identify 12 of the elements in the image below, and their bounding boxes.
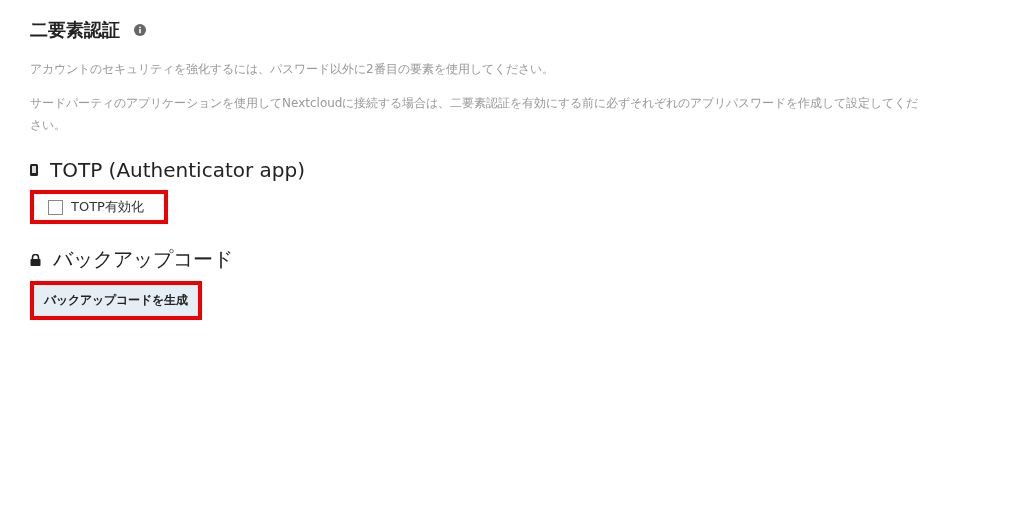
checkbox-label: TOTP有効化 — [71, 198, 144, 216]
section-title: 二要素認証 — [30, 18, 120, 42]
generate-codes-button[interactable]: バックアップコードを生成 — [34, 285, 198, 316]
description-text: サードパーティのアプリケーションを使用してNextcloudに接続する場合は、二要素認証を有効にする前に必ずそれぞれのアプリパスワードを作成して設定してください。 — [30, 95, 920, 134]
lock-icon — [30, 253, 41, 266]
checkbox[interactable] — [48, 199, 63, 215]
totp-checkbox[interactable]: TOTP有効化 — [48, 198, 144, 216]
info-icon[interactable] — [134, 24, 146, 36]
section-heading: TOTP (Authenticator app) — [50, 158, 305, 182]
description-text: アカウントのセキュリティを強化するには、パスワード以外に2番目の要素を使用してください。 — [30, 61, 555, 78]
phone-icon — [30, 164, 38, 176]
section-heading: バックアップコード — [53, 246, 233, 273]
